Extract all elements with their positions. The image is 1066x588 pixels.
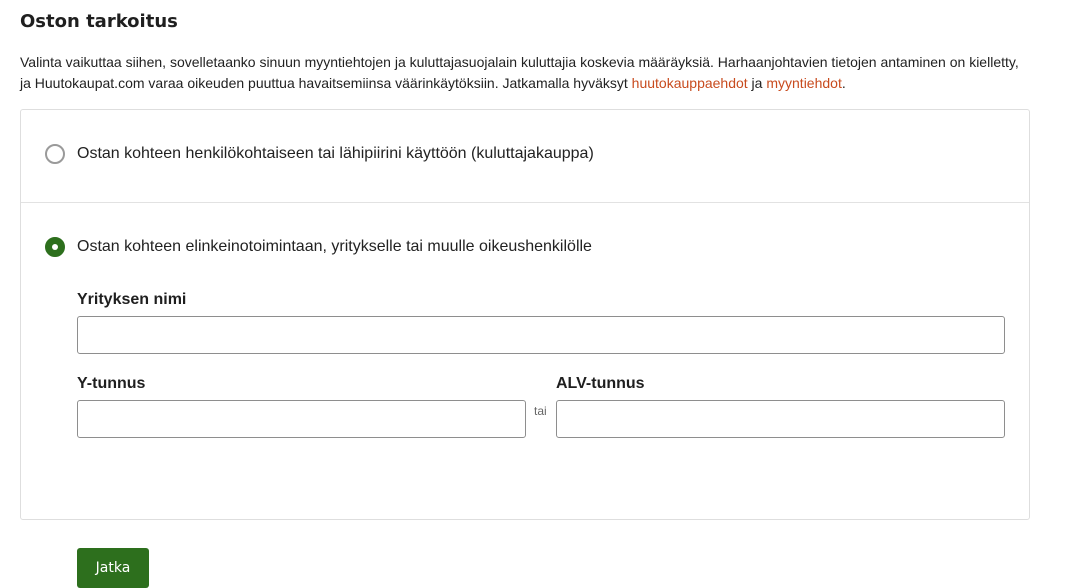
consumer-option[interactable]: Ostan kohteen henkilökohtaiseen tai lähi… [21,110,1029,203]
y-tunnus-input[interactable] [77,400,526,438]
alv-tunnus-input[interactable] [556,400,1005,438]
or-separator: tai [534,404,547,418]
intro-body: Valinta vaikuttaa siihen, sovelletaanko … [20,54,1019,91]
purpose-options-card: Ostan kohteen henkilökohtaiseen tai lähi… [20,109,1030,588]
business-radio[interactable] [45,237,65,257]
intro-conjunction: ja [747,75,767,91]
intro-period: . [841,75,846,91]
section-title: Oston tarkoitus [20,11,178,32]
company-name-label: Yrityksen nimi [77,291,187,308]
purchase-purpose-page: Oston tarkoitus Valinta vaikuttaa siihen… [0,0,1066,588]
y-tunnus-label: Y-tunnus [77,375,146,392]
continue-button[interactable]: Jatka [77,548,149,588]
business-option[interactable]: Ostan kohteen elinkeinotoimintaan, yrity… [21,203,1029,588]
alv-tunnus-label: ALV-tunnus [556,375,645,392]
auction-terms-link[interactable]: huutokauppaehdot [632,75,748,91]
consumer-option-label[interactable]: Ostan kohteen henkilökohtaiseen tai lähi… [77,145,594,163]
company-name-input[interactable] [77,316,1005,354]
intro-text: Valinta vaikuttaa siihen, sovelletaanko … [20,52,1030,94]
sales-terms-link[interactable]: myyntiehdot [766,75,841,91]
consumer-radio[interactable] [45,144,65,164]
business-option-label[interactable]: Ostan kohteen elinkeinotoimintaan, yrity… [77,238,592,256]
